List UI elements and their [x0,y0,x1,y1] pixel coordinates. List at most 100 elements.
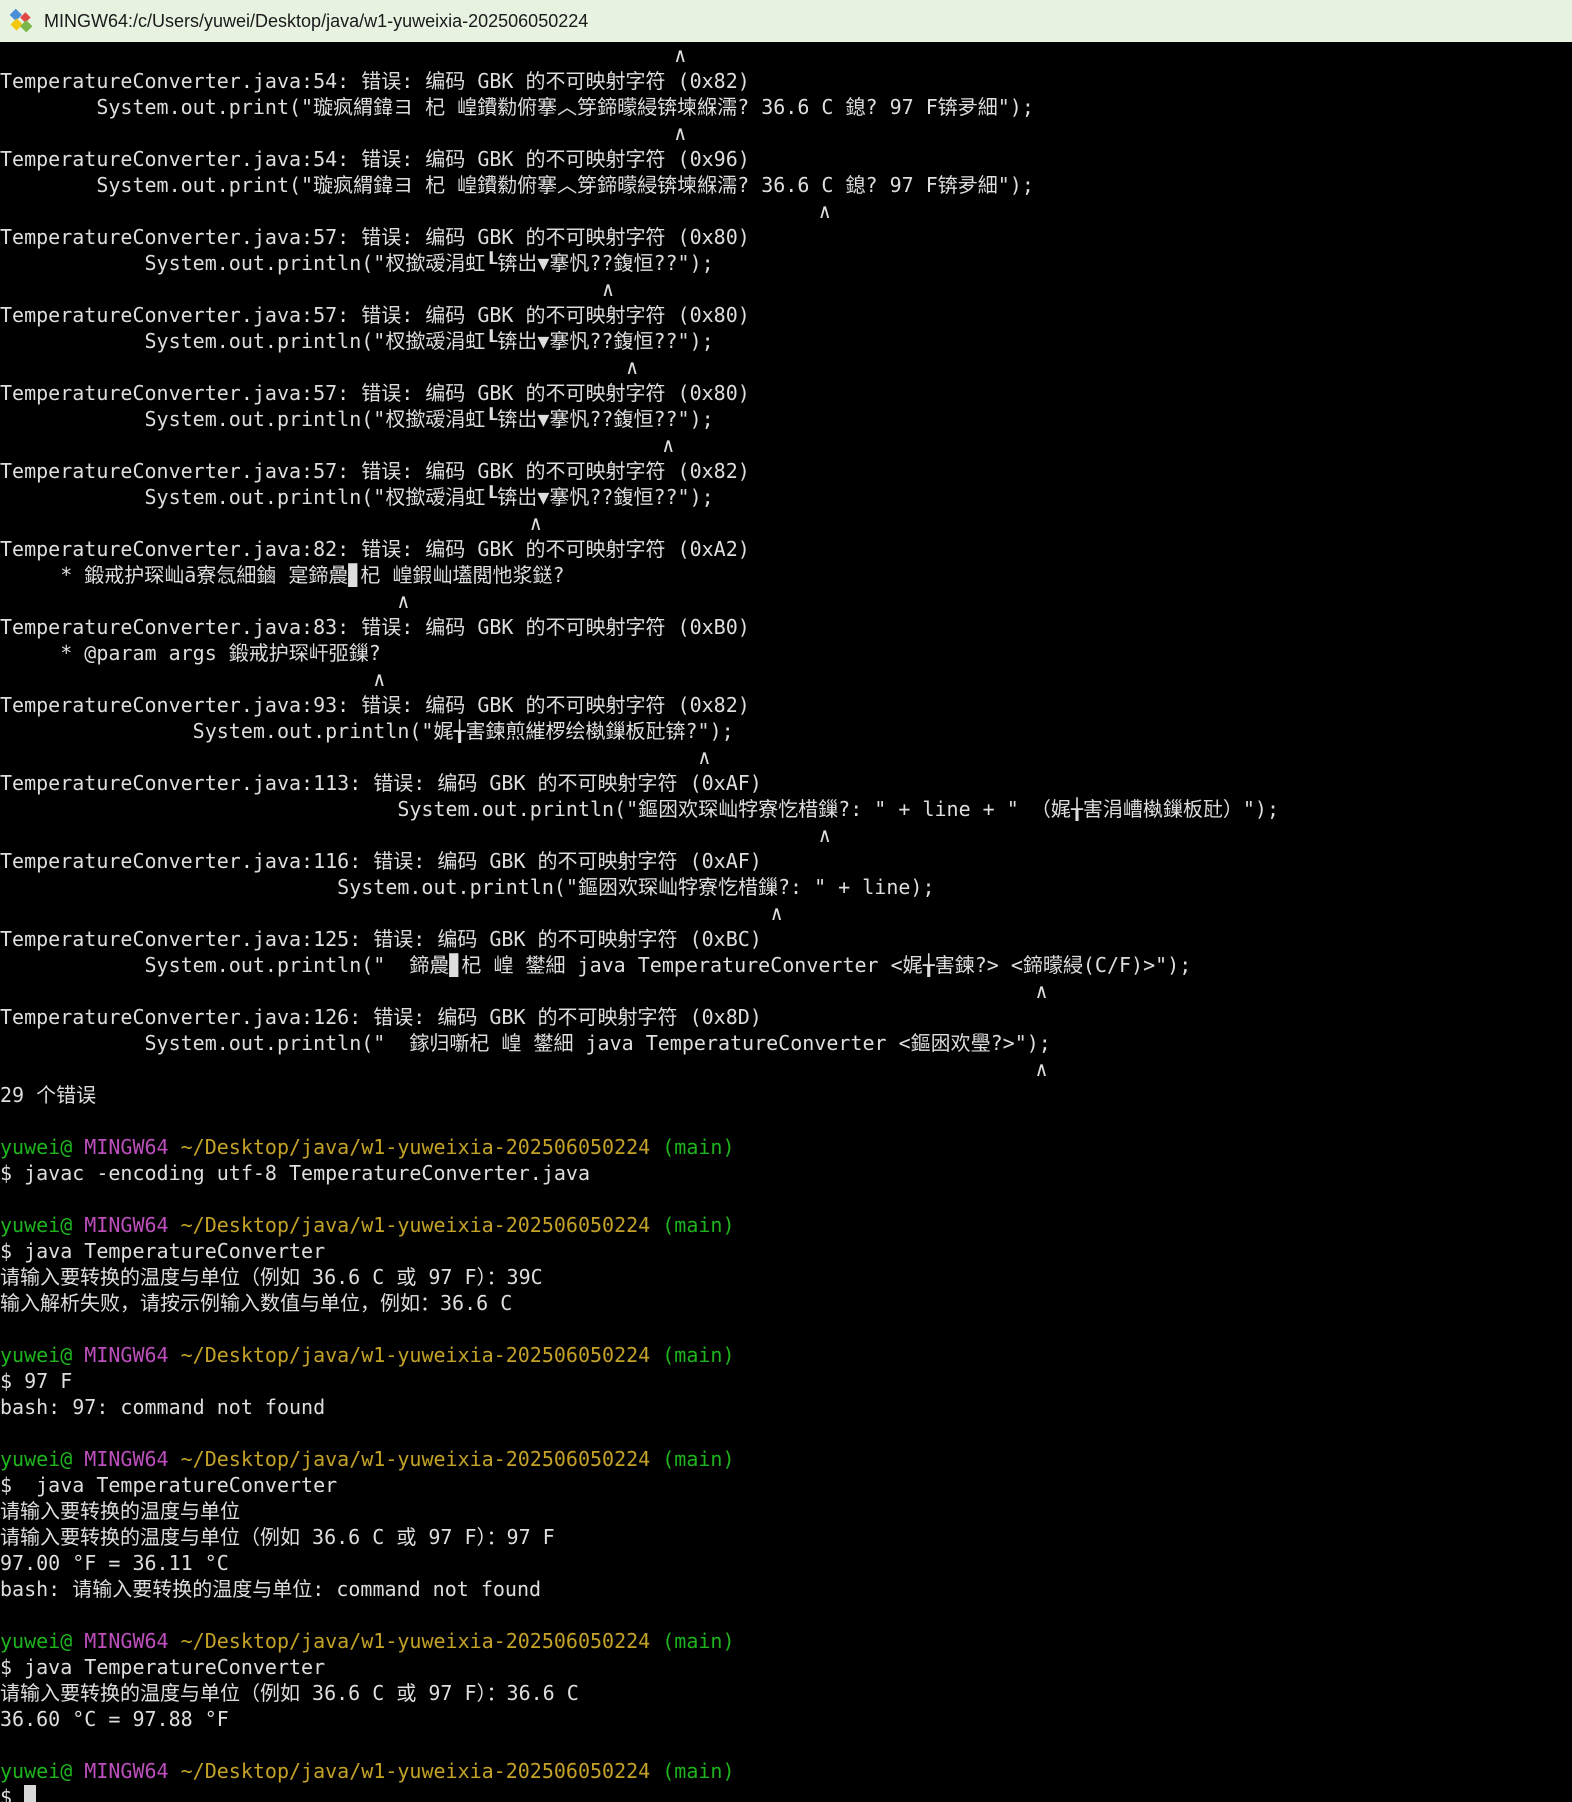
terminal-text: 请输入要转换的温度与单位（例如 36.6 C 或 97 F）：97 F [0,1525,555,1549]
terminal-line: System.out.println(" 鎵归噺杞 崲 鐢細 java Temp… [0,1030,1572,1056]
terminal-text: TemperatureConverter.java:57: 错误: 编码 GBK… [0,459,750,483]
terminal-text: 输入解析失败，请按示例输入数值与单位，例如：36.6 C [0,1291,512,1315]
terminal-line: TemperatureConverter.java:125: 错误: 编码 GB… [0,926,1572,952]
terminal-text: 97.00 °F = 36.11 °C [0,1551,229,1575]
terminal-text: ∧ [0,511,542,535]
terminal-text: System.out.println("娓╁害鍊煎繀椤绘槸鏁板瓧锛?"); [0,719,734,743]
terminal-text: ∧ [0,355,638,379]
terminal-line: TemperatureConverter.java:54: 错误: 编码 GBK… [0,68,1572,94]
terminal-output-area[interactable]: ∧ TemperatureConverter.java:54: 错误: 编码 GB… [0,42,1572,1802]
terminal-line: 29 个错误 [0,1082,1572,1108]
terminal-text: $ javac -encoding utf-8 TemperatureConve… [0,1161,590,1185]
terminal-line: System.out.println("鏂囦欢琛屾牸寮忔棤鏁?: " + lin… [0,796,1572,822]
terminal-text: TemperatureConverter.java:125: 错误: 编码 GB… [0,927,762,951]
terminal-text: ∧ [0,823,831,847]
terminal-text-yellow: ~/Desktop/java/w1-yuweixia-202506050224 [169,1447,651,1471]
terminal-line [0,1186,1572,1212]
terminal-line: System.out.print("璇疯緭鍏ヨ 杞 崲鐨勬俯搴︿笌鍗曚綅锛堜緥濡… [0,94,1572,120]
terminal-text-green: (main) [650,1759,734,1783]
terminal-text: ∧ [0,199,831,223]
terminal-line: $ [0,1784,1572,1802]
terminal-cursor [24,1785,36,1802]
terminal-text: System.out.println("鏂囦欢琛屾牸寮忔棤鏁?: " + lin… [0,875,935,899]
terminal-text: bash: 97: command not found [0,1395,325,1419]
terminal-line: yuwei@ MINGW64 ~/Desktop/java/w1-yuweixi… [0,1446,1572,1472]
terminal-line [0,1732,1572,1758]
terminal-line: 请输入要转换的温度与单位（例如 36.6 C 或 97 F）：39C [0,1264,1572,1290]
terminal-line: TemperatureConverter.java:116: 错误: 编码 GB… [0,848,1572,874]
terminal-text: * @param args 鍛戒护琛屽弬鏁? [0,641,381,665]
terminal-text: System.out.println("杈撳叆涓虹┖锛岀▼搴忛??鍑恒??"); [0,329,714,353]
terminal-text: ∧ [0,901,783,925]
terminal-line: TemperatureConverter.java:93: 错误: 编码 GBK… [0,692,1572,718]
terminal-text-yellow: ~/Desktop/java/w1-yuweixia-202506050224 [169,1343,651,1367]
terminal-text-yellow: ~/Desktop/java/w1-yuweixia-202506050224 [169,1629,651,1653]
terminal-line: 36.60 °C = 97.88 °F [0,1706,1572,1732]
terminal-text: ∧ [0,745,710,769]
terminal-line: System.out.println("杈撳叆涓虹┖锛岀▼搴忛??鍑恒??"); [0,484,1572,510]
terminal-line: $ java TemperatureConverter [0,1238,1572,1264]
javac-caret-line: ∧ [0,276,1572,302]
terminal-line: System.out.println("杈撳叆涓虹┖锛岀▼搴忛??鍑恒??"); [0,250,1572,276]
terminal-line: System.out.println("杈撳叆涓虹┖锛岀▼搴忛??鍑恒??"); [0,406,1572,432]
window-title: MINGW64:/c/Users/yuwei/Desktop/java/w1-y… [44,11,588,32]
terminal-line: $ java TemperatureConverter [0,1472,1572,1498]
javac-caret-line: ∧ [0,1056,1572,1082]
terminal-line: $ java TemperatureConverter [0,1654,1572,1680]
terminal-line: TemperatureConverter.java:57: 错误: 编码 GBK… [0,302,1572,328]
terminal-text-green: yuwei@ [0,1629,72,1653]
terminal-text: System.out.print("璇疯緭鍏ヨ 杞 崲鐨勬俯搴︿笌鍗曚綅锛堜緥濡… [0,95,1034,119]
javac-caret-line: ∧ [0,432,1572,458]
terminal-line: yuwei@ MINGW64 ~/Desktop/java/w1-yuweixi… [0,1134,1572,1160]
terminal-text-yellow: ~/Desktop/java/w1-yuweixia-202506050224 [169,1759,651,1783]
terminal-text: $ [0,1785,24,1802]
terminal-text: ∧ [0,121,686,145]
terminal-text: ∧ [0,979,1048,1003]
terminal-text-magenta: MINGW64 [72,1629,168,1653]
javac-caret-line: ∧ [0,198,1572,224]
javac-caret-line: ∧ [0,354,1572,380]
terminal-line: bash: 97: command not found [0,1394,1572,1420]
terminal-text: System.out.println("杈撳叆涓虹┖锛岀▼搴忛??鍑恒??"); [0,485,714,509]
terminal-line: yuwei@ MINGW64 ~/Desktop/java/w1-yuweixi… [0,1212,1572,1238]
window-titlebar[interactable]: MINGW64:/c/Users/yuwei/Desktop/java/w1-y… [0,0,1572,42]
terminal-text: System.out.print("璇疯緭鍏ヨ 杞 崲鐨勬俯搴︿笌鍗曚綅锛堜緥濡… [0,173,1034,197]
terminal-line: $ 97 F [0,1368,1572,1394]
terminal-text: ∧ [0,1057,1048,1081]
terminal-line: System.out.print("璇疯緭鍏ヨ 杞 崲鐨勬俯搴︿笌鍗曚綅锛堜緥濡… [0,172,1572,198]
terminal-text: bash: 请输入要转换的温度与单位: command not found [0,1577,541,1601]
terminal-line [0,1420,1572,1446]
terminal-text: 请输入要转换的温度与单位（例如 36.6 C 或 97 F）：39C [0,1265,543,1289]
terminal-text-green: (main) [650,1213,734,1237]
terminal-text: * 鍛戒护琛屾ā寮忥細鏀 寔鍗曟▊杞 崲鍜屾壒閲忚浆鎹? [0,563,565,587]
terminal-line: yuwei@ MINGW64 ~/Desktop/java/w1-yuweixi… [0,1628,1572,1654]
terminal-text: TemperatureConverter.java:83: 错误: 编码 GBK… [0,615,750,639]
terminal-line: TemperatureConverter.java:113: 错误: 编码 GB… [0,770,1572,796]
terminal-text-green: yuwei@ [0,1343,72,1367]
terminal-text: 请输入要转换的温度与单位 [0,1499,240,1523]
terminal-text: ∧ [0,433,674,457]
terminal-line: TemperatureConverter.java:57: 错误: 编码 GBK… [0,458,1572,484]
terminal-line: System.out.println("鏂囦欢琛屾牸寮忔棤鏁?: " + lin… [0,874,1572,900]
terminal-text: System.out.println("杈撳叆涓虹┖锛岀▼搴忛??鍑恒??"); [0,251,714,275]
javac-caret-line: ∧ [0,822,1572,848]
terminal-line: System.out.println("杈撳叆涓虹┖锛岀▼搴忛??鍑恒??"); [0,328,1572,354]
terminal-text: TemperatureConverter.java:57: 错误: 编码 GBK… [0,381,750,405]
terminal-text: ∧ [0,589,409,613]
terminal-line [0,1316,1572,1342]
terminal-text: $ java TemperatureConverter [0,1655,325,1679]
terminal-text: TemperatureConverter.java:57: 错误: 编码 GBK… [0,225,750,249]
terminal-text: 29 个错误 [0,1083,96,1107]
terminal-line: yuwei@ MINGW64 ~/Desktop/java/w1-yuweixi… [0,1342,1572,1368]
terminal-text: 36.60 °C = 97.88 °F [0,1707,229,1731]
terminal-text: TemperatureConverter.java:113: 错误: 编码 GB… [0,771,762,795]
mingw64-app-icon[interactable] [7,7,35,35]
terminal-text: TemperatureConverter.java:93: 错误: 编码 GBK… [0,693,750,717]
terminal-line: * 鍛戒护琛屾ā寮忥細鏀 寔鍗曟▊杞 崲鍜屾壒閲忚浆鎹? [0,562,1572,588]
terminal-line: 97.00 °F = 36.11 °C [0,1550,1572,1576]
terminal-text-yellow: ~/Desktop/java/w1-yuweixia-202506050224 [169,1135,651,1159]
terminal-text: TemperatureConverter.java:116: 错误: 编码 GB… [0,849,762,873]
terminal-line: 输入解析失败，请按示例输入数值与单位，例如：36.6 C [0,1290,1572,1316]
terminal-text-green: (main) [650,1629,734,1653]
terminal-text-yellow: ~/Desktop/java/w1-yuweixia-202506050224 [169,1213,651,1237]
